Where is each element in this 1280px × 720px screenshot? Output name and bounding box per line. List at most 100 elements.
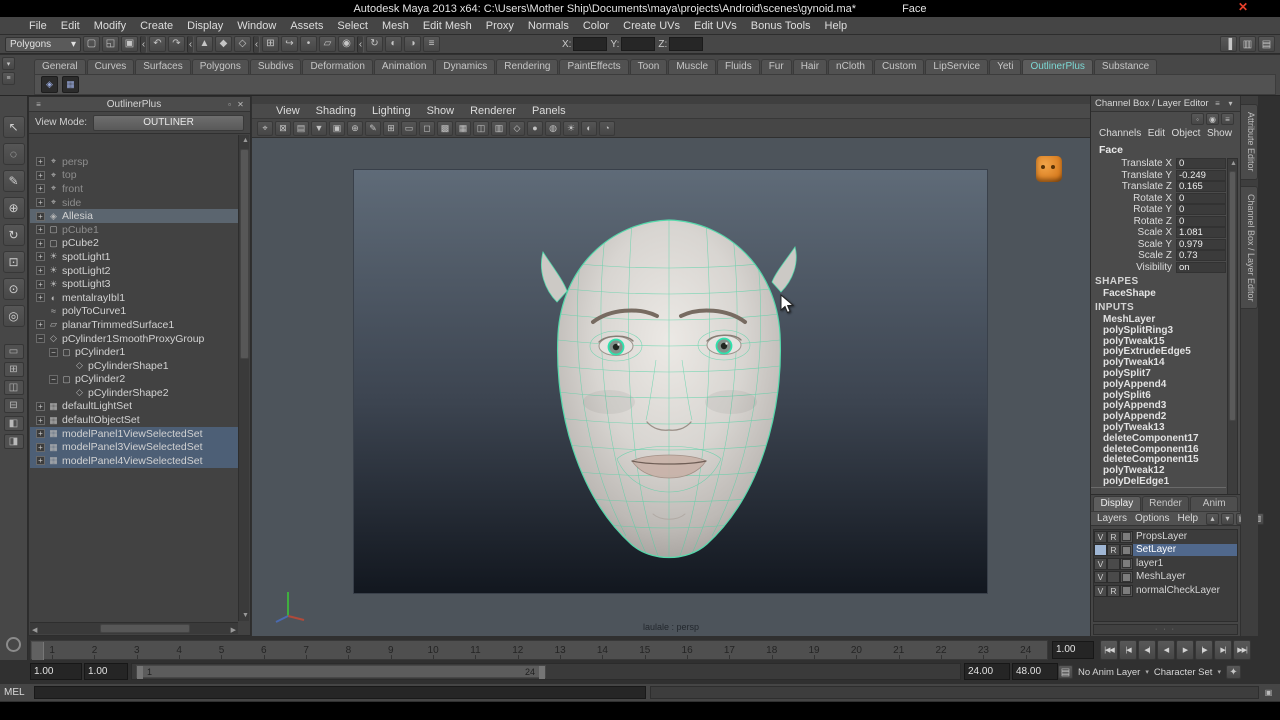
channel-label[interactable]: Rotate Z bbox=[1091, 216, 1176, 227]
channel-label[interactable]: Visibility bbox=[1091, 262, 1176, 273]
snap-to-plane-icon[interactable]: ▱ bbox=[319, 35, 336, 52]
channel-value-field[interactable]: 0.73 bbox=[1176, 250, 1226, 262]
scroll-up-icon[interactable]: ▲ bbox=[242, 137, 249, 144]
expand-toggle-icon[interactable]: + bbox=[36, 266, 45, 276]
group-divider[interactable]: ‹ bbox=[140, 35, 147, 53]
coordinate-input[interactable] bbox=[573, 37, 608, 51]
gate-mask-icon[interactable]: ▩ bbox=[437, 120, 453, 136]
shelf-tab-switch-icon[interactable]: ▾ bbox=[2, 57, 15, 70]
image-plane-icon[interactable]: ▣ bbox=[329, 120, 345, 136]
frame-tick[interactable]: 21 bbox=[878, 641, 920, 659]
channel-box-menu-item[interactable]: Object bbox=[1172, 128, 1201, 139]
expand-toggle-icon[interactable]: − bbox=[49, 347, 58, 357]
anim-layer-selector[interactable]: No Anim Layer bbox=[1078, 667, 1140, 678]
layer-renderable-toggle[interactable]: R bbox=[1107, 544, 1120, 557]
MeshLayer[interactable]: V MeshLayer bbox=[1094, 571, 1237, 585]
channel-label[interactable]: Rotate X bbox=[1091, 193, 1176, 204]
channelbox-collapse-icon[interactable]: ▾ bbox=[1225, 98, 1236, 109]
rotate-tool[interactable]: ↻ bbox=[2, 224, 25, 246]
input-node-name[interactable]: polyDelEdge1 bbox=[1091, 476, 1226, 487]
character-set-selector[interactable]: Character Set bbox=[1154, 667, 1213, 678]
layout-outliner-persp[interactable]: ◧ bbox=[3, 416, 24, 431]
input-node-name[interactable]: polySplitRing3 bbox=[1091, 325, 1226, 336]
frame-tick[interactable]: 4 bbox=[158, 641, 200, 659]
expand-toggle-icon[interactable]: + bbox=[36, 252, 45, 262]
frame-tick[interactable]: 24 bbox=[1005, 641, 1047, 659]
layer-name[interactable]: SetLayer bbox=[1133, 544, 1237, 557]
expand-toggle-icon[interactable]: + bbox=[36, 184, 45, 194]
tab-channel-box-layer-editor[interactable]: Channel Box / Layer Editor bbox=[1241, 185, 1258, 310]
menu-item[interactable]: Proxy bbox=[479, 20, 521, 32]
frame-tick[interactable]: 12 bbox=[497, 641, 539, 659]
frame-tick[interactable]: 8 bbox=[327, 641, 369, 659]
group-divider[interactable]: ‹ bbox=[357, 35, 364, 53]
step-forward-frame-button[interactable]: ▶| bbox=[1214, 640, 1232, 660]
tab-attribute-editor[interactable]: Attribute Editor bbox=[1241, 104, 1258, 180]
layer-color-swatch[interactable] bbox=[1120, 557, 1133, 570]
channel-box-menu-item[interactable]: Show bbox=[1207, 128, 1232, 139]
frame-tick[interactable]: 10 bbox=[412, 641, 454, 659]
menu-item[interactable]: Create bbox=[133, 20, 180, 32]
expand-toggle-icon[interactable]: + bbox=[36, 238, 45, 248]
render-current-frame-icon[interactable]: ◐ bbox=[385, 35, 402, 52]
step-back-frame-button[interactable]: |◀ bbox=[1119, 640, 1137, 660]
channel-box-menu-item[interactable]: Edit bbox=[1148, 128, 1165, 139]
expand-toggle-icon[interactable]: + bbox=[36, 170, 45, 180]
layer-editor-tab[interactable]: Render bbox=[1141, 496, 1190, 511]
frame-tick[interactable]: 22 bbox=[920, 641, 962, 659]
resolution-gate-icon[interactable]: ◻ bbox=[419, 120, 435, 136]
channel-box-toggle-icon[interactable]: ▤ bbox=[1258, 36, 1275, 52]
channel-label[interactable]: Scale X bbox=[1091, 227, 1176, 238]
layout-two-pane-stacked[interactable]: ⊟ bbox=[3, 398, 24, 413]
shelf-tab[interactable]: Deformation bbox=[302, 59, 373, 74]
scrollbar-thumb[interactable] bbox=[240, 149, 249, 359]
grid-icon[interactable]: ⊞ bbox=[383, 120, 399, 136]
snap-to-grid-icon[interactable]: ⊞ bbox=[262, 35, 279, 52]
panel-menu-item[interactable]: Renderer bbox=[462, 105, 524, 117]
panel-menu-item[interactable]: Shading bbox=[308, 105, 364, 117]
modelPanel4ViewSelectedSet[interactable]: + ▦ modelPanel4ViewSelectedSet bbox=[30, 454, 238, 468]
frame-tick[interactable]: 19 bbox=[793, 641, 835, 659]
xray-icon[interactable]: ◔ bbox=[599, 120, 615, 136]
shelf-tab[interactable]: OutlinerPlus bbox=[1022, 59, 1093, 74]
shelf-tab[interactable]: Curves bbox=[86, 59, 135, 74]
redo-icon[interactable]: ↷ bbox=[168, 35, 185, 52]
layer-name[interactable]: MeshLayer bbox=[1133, 571, 1237, 583]
select-camera-icon[interactable]: ⌖ bbox=[257, 120, 273, 136]
speed-slider-icon[interactable]: ≡ bbox=[1221, 113, 1234, 125]
pCylinderShape2[interactable]: ◇ pCylinderShape2 bbox=[30, 386, 238, 400]
scrollbar-thumb[interactable] bbox=[100, 624, 190, 633]
film-gate-icon[interactable]: ▭ bbox=[401, 120, 417, 136]
expand-toggle-icon[interactable]: + bbox=[36, 456, 45, 466]
layer-visibility-toggle[interactable]: V bbox=[1094, 530, 1107, 543]
pCube1[interactable]: + ▢ pCube1 bbox=[30, 223, 238, 237]
frame-tick[interactable]: 2 bbox=[73, 641, 115, 659]
panel-menu-item[interactable]: Panels bbox=[524, 105, 574, 117]
layout-hypershade-persp[interactable]: ◨ bbox=[3, 434, 24, 449]
close-icon[interactable]: ✕ bbox=[235, 99, 246, 110]
current-frame-field[interactable]: 1.00 bbox=[1052, 641, 1094, 659]
layer-editor-tab[interactable]: Anim bbox=[1190, 496, 1239, 511]
frame-tick[interactable]: 15 bbox=[624, 641, 666, 659]
polyToCurve1[interactable]: ≈ polyToCurve1 bbox=[30, 305, 238, 319]
selected-object-name[interactable]: Face bbox=[1091, 141, 1240, 158]
layer-color-swatch[interactable] bbox=[1120, 530, 1133, 543]
move-layer-down-icon[interactable]: ▾ bbox=[1221, 512, 1235, 525]
layer-visibility-toggle[interactable]: V bbox=[1094, 571, 1107, 584]
channel-label[interactable]: Translate X bbox=[1091, 158, 1176, 169]
layer-renderable-toggle[interactable] bbox=[1107, 557, 1120, 570]
shelf-tab[interactable]: Toon bbox=[629, 59, 668, 74]
scroll-up-icon[interactable]: ▲ bbox=[1230, 160, 1237, 167]
sidebar-toggle-icon[interactable]: ▐ bbox=[1220, 36, 1237, 52]
input-node-name[interactable]: polyTweak12 bbox=[1091, 465, 1226, 476]
attribute-editor-toggle-icon[interactable]: ▥ bbox=[1239, 36, 1256, 52]
command-input[interactable] bbox=[34, 686, 646, 699]
shelf-tab[interactable]: Surfaces bbox=[135, 59, 191, 74]
menu-item[interactable]: Create UVs bbox=[616, 20, 687, 32]
frame-tick[interactable]: 18 bbox=[751, 641, 793, 659]
coordinate-input[interactable] bbox=[621, 37, 656, 51]
shelf-tab[interactable]: LipService bbox=[925, 59, 989, 74]
layer-color-swatch[interactable] bbox=[1120, 544, 1133, 557]
scrollbar-thumb[interactable] bbox=[1229, 171, 1236, 421]
scroll-left-icon[interactable]: ◀ bbox=[32, 626, 37, 634]
